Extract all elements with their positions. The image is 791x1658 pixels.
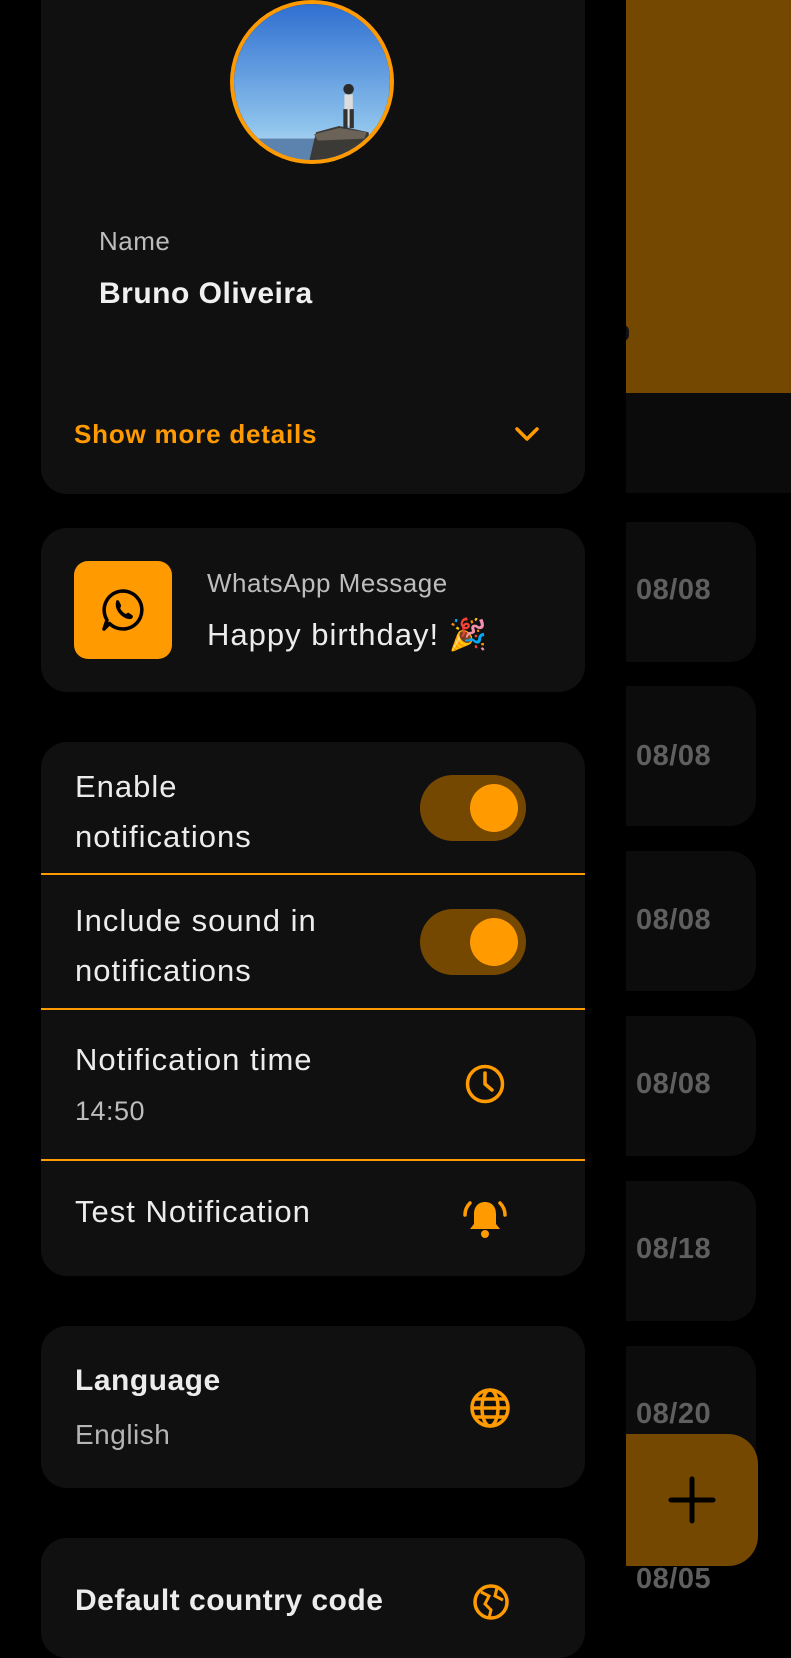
country-code-card[interactable]: Default country code [41, 1538, 585, 1658]
background-list-date: 08/18 [636, 1233, 712, 1265]
globe-icon [470, 1388, 510, 1428]
plus-icon [668, 1476, 716, 1524]
settings-drawer: Name Bruno Oliveira Show more details Wh… [0, 0, 626, 1658]
message-type-label: WhatsApp Message [207, 568, 448, 598]
background-header [626, 0, 791, 393]
notification-settings-card: Enable notifications Include sound in no… [41, 742, 585, 1276]
background-list-date: 08/08 [636, 740, 712, 772]
background-list-date: 08/20 [636, 1398, 712, 1430]
include-sound-label: Include sound in notifications [75, 896, 317, 996]
show-more-details-link[interactable]: Show more details [74, 419, 317, 450]
language-label: Language [75, 1364, 221, 1397]
globe-partial-icon [473, 1584, 509, 1620]
country-code-label: Default country code [75, 1584, 384, 1617]
avatar[interactable] [230, 0, 394, 164]
include-sound-label-line2: notifications [75, 953, 252, 988]
background-list-date: 08/08 [636, 904, 712, 936]
toggle-knob [470, 784, 518, 832]
enable-notifications-label-line1: Enable [75, 769, 178, 804]
enable-notifications-toggle[interactable] [420, 775, 526, 841]
clock-icon[interactable] [464, 1063, 506, 1105]
divider [41, 1159, 585, 1161]
chevron-down-icon[interactable] [512, 422, 542, 446]
background-list-date: 08/08 [636, 1068, 712, 1100]
divider [41, 873, 585, 875]
add-button[interactable] [626, 1434, 758, 1566]
whatsapp-icon-tile [74, 561, 172, 659]
bell-ring-icon[interactable] [462, 1196, 508, 1242]
test-notification-label: Test Notification [75, 1194, 311, 1229]
toggle-knob [470, 918, 518, 966]
divider [41, 1008, 585, 1010]
name-label: Name [99, 226, 171, 256]
notification-time-value: 14:50 [75, 1096, 146, 1126]
whatsapp-icon [102, 589, 144, 631]
include-sound-toggle[interactable] [420, 909, 526, 975]
background-list-date: 08/08 [636, 574, 712, 606]
enable-notifications-label: Enable notifications [75, 762, 252, 862]
language-card[interactable]: Language English [41, 1326, 585, 1488]
notification-time-label: Notification time [75, 1042, 313, 1077]
name-value: Bruno Oliveira [99, 277, 313, 310]
whatsapp-message-card[interactable]: WhatsApp Message Happy birthday! 🎉 [41, 528, 585, 692]
background-band [626, 393, 791, 493]
include-sound-label-line1: Include sound in [75, 903, 317, 938]
language-value: English [75, 1419, 171, 1450]
background-list-date: 08/05 [636, 1563, 712, 1595]
message-text: Happy birthday! 🎉 [207, 617, 489, 652]
enable-notifications-label-line2: notifications [75, 819, 252, 854]
